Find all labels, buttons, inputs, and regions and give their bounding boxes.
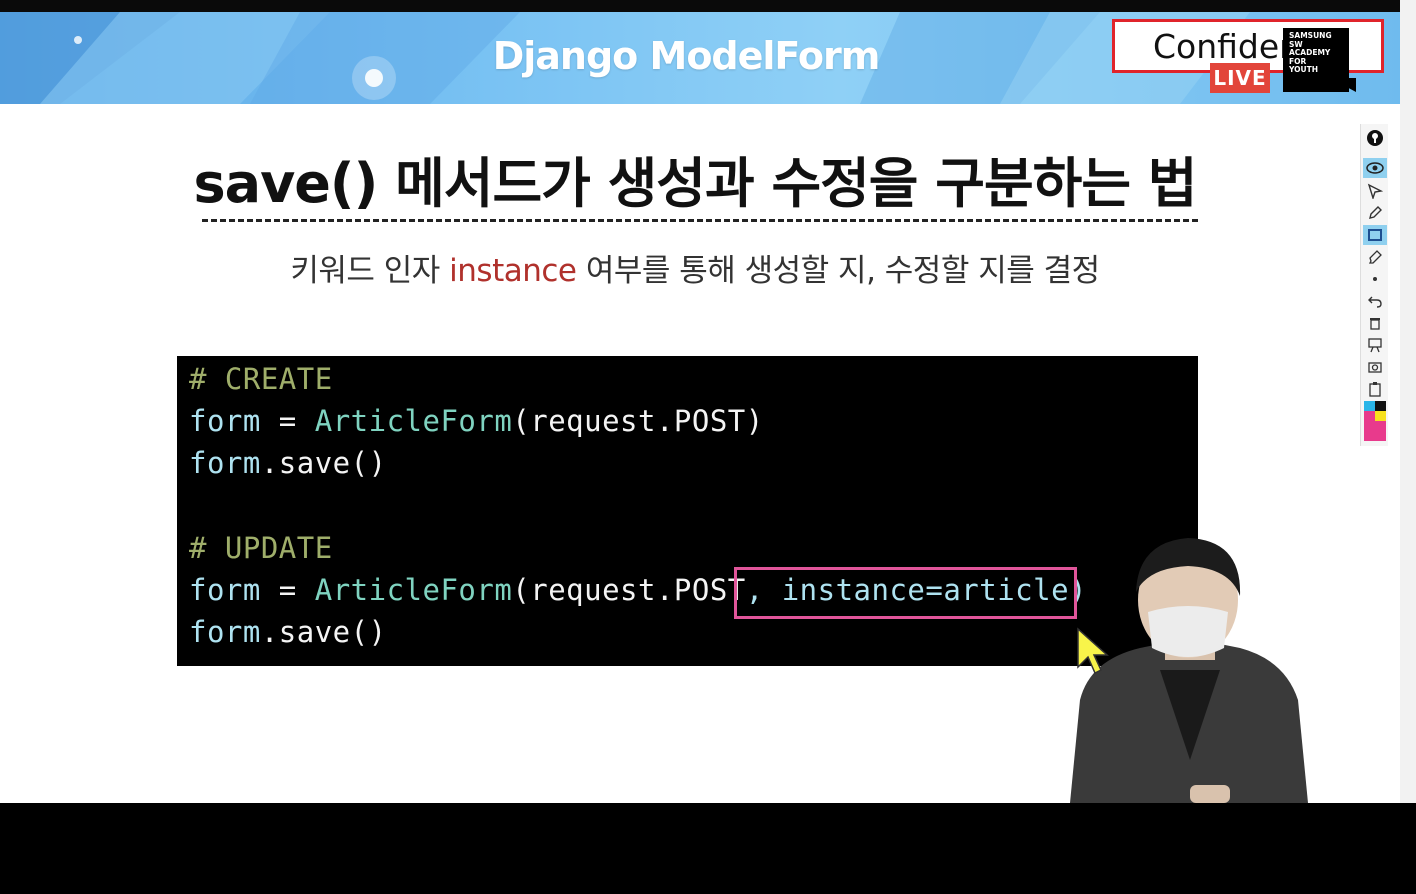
heading-dashed-divider xyxy=(202,219,1198,222)
code-comment: # CREATE xyxy=(189,362,333,396)
slide-heading: save() 메서드가 생성과 수정을 구분하는 법 xyxy=(193,152,1198,215)
academy-logo-tail xyxy=(1330,78,1356,92)
subtitle-text-after: 여부를 통해 생성할 지, 수정할 지를 결정 xyxy=(576,253,1100,289)
confidential-label: Confider xyxy=(1153,27,1293,66)
slide-subtitle: 키워드 인자 instance 여부를 통해 생성할 지, 수정할 지를 결정 xyxy=(0,245,1390,290)
info-icon[interactable] xyxy=(1363,128,1387,148)
live-badge: LIVE xyxy=(1210,63,1270,93)
code-line-update-save: form.save() xyxy=(189,615,387,649)
eye-icon[interactable] xyxy=(1363,158,1387,178)
whiteboard-icon[interactable] xyxy=(1363,335,1387,355)
right-edge-strip xyxy=(1400,0,1416,894)
arrow-pointer-icon[interactable] xyxy=(1363,181,1387,201)
code-class-name: ArticleForm xyxy=(314,404,513,438)
mouse-cursor-icon xyxy=(1077,627,1109,675)
trash-icon[interactable] xyxy=(1363,313,1387,333)
top-black-strip xyxy=(0,0,1400,12)
clipboard-icon[interactable] xyxy=(1363,379,1387,399)
highlighter-icon[interactable] xyxy=(1363,247,1387,267)
color-palette-icon[interactable] xyxy=(1363,401,1387,441)
code-arguments: (request.POST) xyxy=(512,404,764,438)
code-variable: form xyxy=(189,615,261,649)
rectangle-icon[interactable] xyxy=(1363,225,1387,245)
code-line-create-save: form.save() xyxy=(189,446,387,480)
camera-icon[interactable] xyxy=(1363,357,1387,377)
code-comment: # UPDATE xyxy=(189,531,333,565)
code-variable: form xyxy=(189,404,261,438)
bottom-black-bar xyxy=(0,803,1416,894)
code-line-create-comment: # CREATE xyxy=(189,362,333,396)
code-arguments: (request.POST xyxy=(512,573,746,607)
annotation-toolbar xyxy=(1360,124,1388,446)
instance-highlight-box xyxy=(734,567,1077,619)
subtitle-keyword: instance xyxy=(449,253,577,289)
code-variable: form xyxy=(189,446,261,480)
code-line-update-comment: # UPDATE xyxy=(189,531,333,565)
code-operator: = xyxy=(260,573,315,607)
slide: Django ModelForm save() 메서드가 생성과 수정을 구분하… xyxy=(0,12,1400,803)
code-line-create-form: form = ArticleForm(request.POST) xyxy=(189,404,764,438)
code-block: # CREATE form = ArticleForm(request.POST… xyxy=(177,356,1198,666)
code-method-call: .save() xyxy=(260,615,387,649)
dot-icon[interactable] xyxy=(1363,269,1387,289)
pen-icon[interactable] xyxy=(1363,203,1387,223)
subtitle-text-before: 키워드 인자 xyxy=(290,253,450,289)
code-class-name: ArticleForm xyxy=(314,573,513,607)
academy-logo-text: SAMSUNG SW ACADEMY FOR YOUTH xyxy=(1289,31,1332,75)
code-operator: = xyxy=(260,404,315,438)
undo-icon[interactable] xyxy=(1363,291,1387,311)
code-variable: form xyxy=(189,573,261,607)
code-method-call: .save() xyxy=(260,446,387,480)
